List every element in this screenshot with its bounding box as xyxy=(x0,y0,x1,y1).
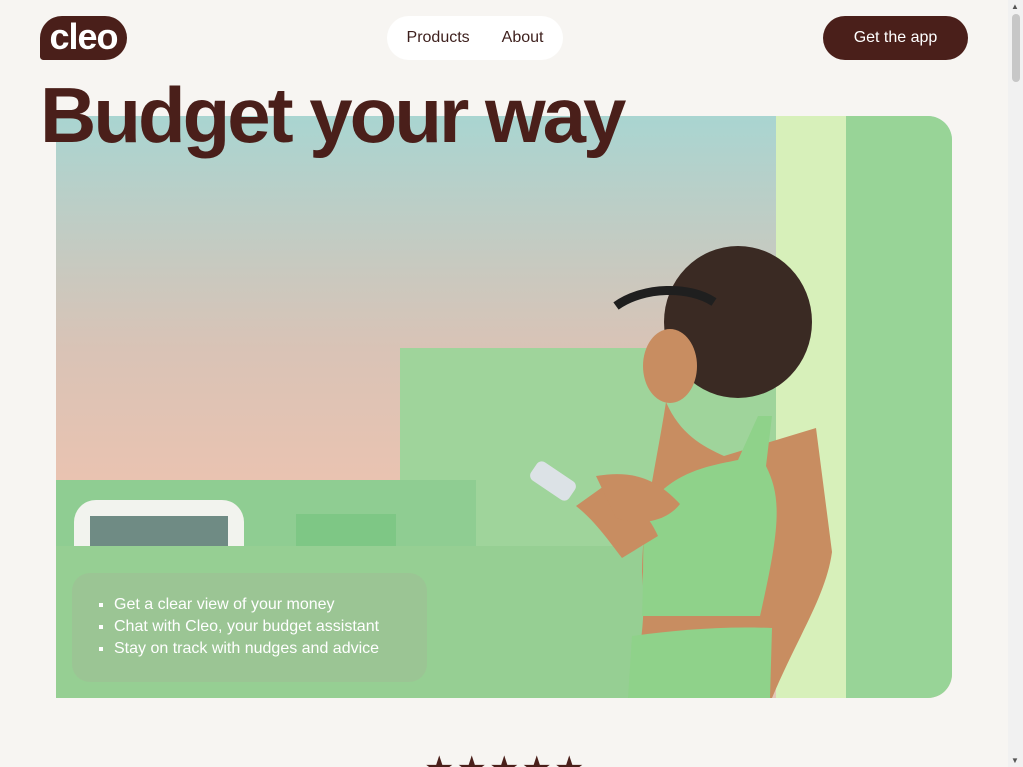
feature-item-2: Chat with Cleo, your budget assistant xyxy=(114,616,427,638)
green-leggings xyxy=(628,627,772,698)
star-icon: ★ xyxy=(554,752,586,767)
get-the-app-button[interactable]: Get the app xyxy=(823,16,968,60)
feature-item-1: Get a clear view of your money xyxy=(114,594,427,616)
face xyxy=(643,329,697,403)
scrollbar-thumb[interactable] xyxy=(1012,14,1020,82)
star-icon: ★ xyxy=(521,752,553,767)
cleo-logo[interactable]: cleo xyxy=(40,16,127,60)
nav-link-products[interactable]: Products xyxy=(407,29,470,47)
nav-link-about[interactable]: About xyxy=(502,29,544,47)
rating-stars: ★★★★★ xyxy=(424,752,586,767)
feature-item-3: Stay on track with nudges and advice xyxy=(114,638,427,660)
window-shape xyxy=(296,514,396,550)
star-icon: ★ xyxy=(489,752,521,767)
hero-title: Budget your way xyxy=(40,71,626,159)
star-icon: ★ xyxy=(424,752,456,767)
main-nav: Products About xyxy=(387,16,563,60)
top-navigation-bar: cleo Products About Get the app xyxy=(0,0,1008,80)
feature-list: Get a clear view of your money Chat with… xyxy=(72,573,427,660)
hero-photo: Get a clear view of your money Chat with… xyxy=(56,116,952,698)
chevron-up-icon[interactable]: ▲ xyxy=(1011,2,1019,11)
feature-list-card: Get a clear view of your money Chat with… xyxy=(72,573,427,682)
star-icon: ★ xyxy=(456,752,488,767)
textured-pillar xyxy=(846,116,952,698)
vertical-scrollbar[interactable]: ▲ ▼ xyxy=(1008,0,1023,767)
chevron-down-icon[interactable]: ▼ xyxy=(1011,756,1019,765)
